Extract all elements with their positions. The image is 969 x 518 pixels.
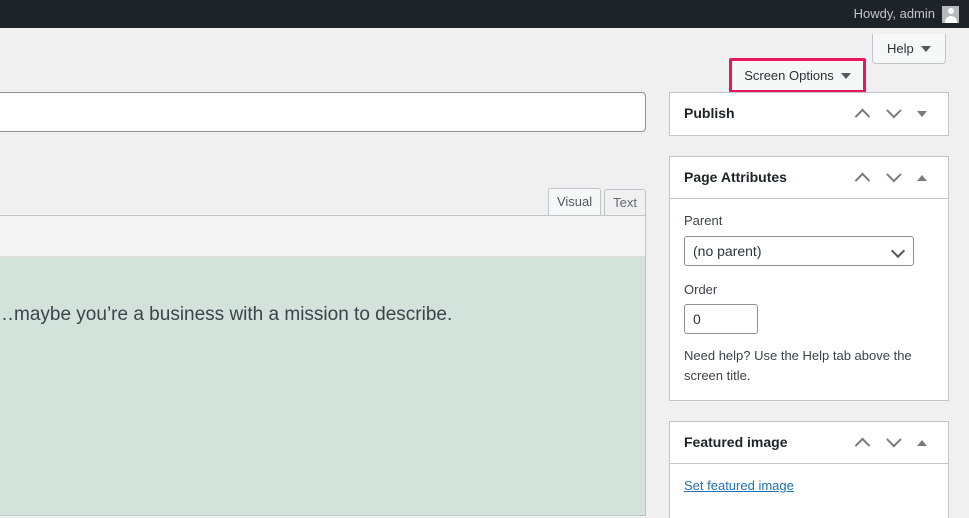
chevron-down-icon (885, 166, 902, 183)
title-field-wrap (0, 92, 646, 132)
caret-down-icon (920, 45, 931, 52)
triangle-up-icon (917, 174, 927, 181)
order-label: Order (684, 281, 718, 297)
postbox-page-attributes: Page Attributes Parent (no parent) Order… (669, 156, 949, 402)
post-title-input[interactable] (0, 92, 646, 132)
post-editor: Visual Text …maybe you’re a business wit… (0, 188, 646, 516)
screen-options-label: Screen Options (744, 67, 834, 83)
admin-bar: Howdy, admin (0, 0, 969, 28)
screen-meta-links: Screen Options Help (0, 28, 969, 93)
tab-text[interactable]: Text (604, 189, 646, 216)
howdy-label: Howdy, admin (853, 6, 935, 21)
order-input[interactable] (684, 304, 758, 334)
chevron-up-icon (854, 108, 870, 125)
postbox-featured-image: Featured image Set featured image (669, 421, 949, 518)
chevron-up-icon (854, 172, 870, 189)
set-featured-image-link[interactable]: Set featured image (684, 476, 794, 497)
chevron-down-icon (885, 432, 902, 448)
postbox-header-page-attributes: Page Attributes (670, 157, 948, 199)
triangle-down-icon (917, 110, 927, 117)
editor-content-area[interactable]: …maybe you’re a business with a mission … (0, 257, 645, 515)
move-down-button[interactable] (878, 429, 906, 457)
post-body-content: Visual Text …maybe you’re a business wit… (0, 92, 646, 516)
postbox-title-page-attributes: Page Attributes (684, 168, 787, 185)
editor-toolbar[interactable] (0, 216, 645, 257)
help-button[interactable]: Help (872, 34, 946, 64)
move-down-button[interactable] (878, 100, 906, 128)
triangle-up-icon (917, 439, 927, 446)
user-avatar-icon (942, 5, 959, 23)
postbox-header-featured-image: Featured image (670, 422, 948, 465)
page-attributes-help-note: Need help? Use the Help tab above the sc… (684, 348, 912, 384)
chevron-down-icon (885, 102, 902, 119)
featured-image-inside: Set featured image (670, 464, 948, 518)
parent-select-wrap: (no parent) (684, 235, 914, 266)
tab-visual[interactable]: Visual (547, 188, 602, 216)
editor-container: …maybe you’re a business with a mission … (0, 215, 646, 516)
toggle-panel-button[interactable] (908, 164, 936, 192)
chevron-up-icon (854, 437, 870, 454)
move-up-button[interactable] (848, 164, 876, 192)
page-attributes-inside: Parent (no parent) Order Need help? Use … (670, 199, 948, 400)
postbox-title-featured-image: Featured image (684, 433, 788, 450)
postbox-title-publish: Publish (684, 104, 735, 121)
editor-mode-tabs: Visual Text (547, 188, 646, 216)
move-down-button[interactable] (878, 164, 906, 192)
editor-tools: Visual Text (0, 188, 646, 216)
handle-actions (848, 429, 936, 457)
editor-paragraph: …maybe you’re a business with a mission … (0, 304, 453, 325)
help-label: Help (887, 40, 914, 56)
parent-label: Parent (684, 213, 723, 228)
move-up-button[interactable] (848, 429, 876, 457)
screen-options-button[interactable]: Screen Options (732, 61, 863, 90)
move-up-button[interactable] (848, 100, 876, 128)
toggle-panel-button[interactable] (908, 429, 936, 457)
toggle-panel-button[interactable] (908, 100, 936, 128)
handle-actions (848, 164, 936, 192)
postbox-publish: Publish (669, 92, 949, 136)
caret-down-icon (840, 72, 851, 79)
account-menu[interactable]: Howdy, admin (854, 0, 969, 28)
screen-options-highlight: Screen Options (729, 58, 866, 93)
parent-select[interactable]: (no parent) (684, 235, 914, 266)
sidebar-postbox-container: Publish Page Attributes Parent (no paren… (669, 92, 949, 518)
handle-actions (848, 100, 936, 128)
postbox-header-publish: Publish (670, 93, 948, 135)
